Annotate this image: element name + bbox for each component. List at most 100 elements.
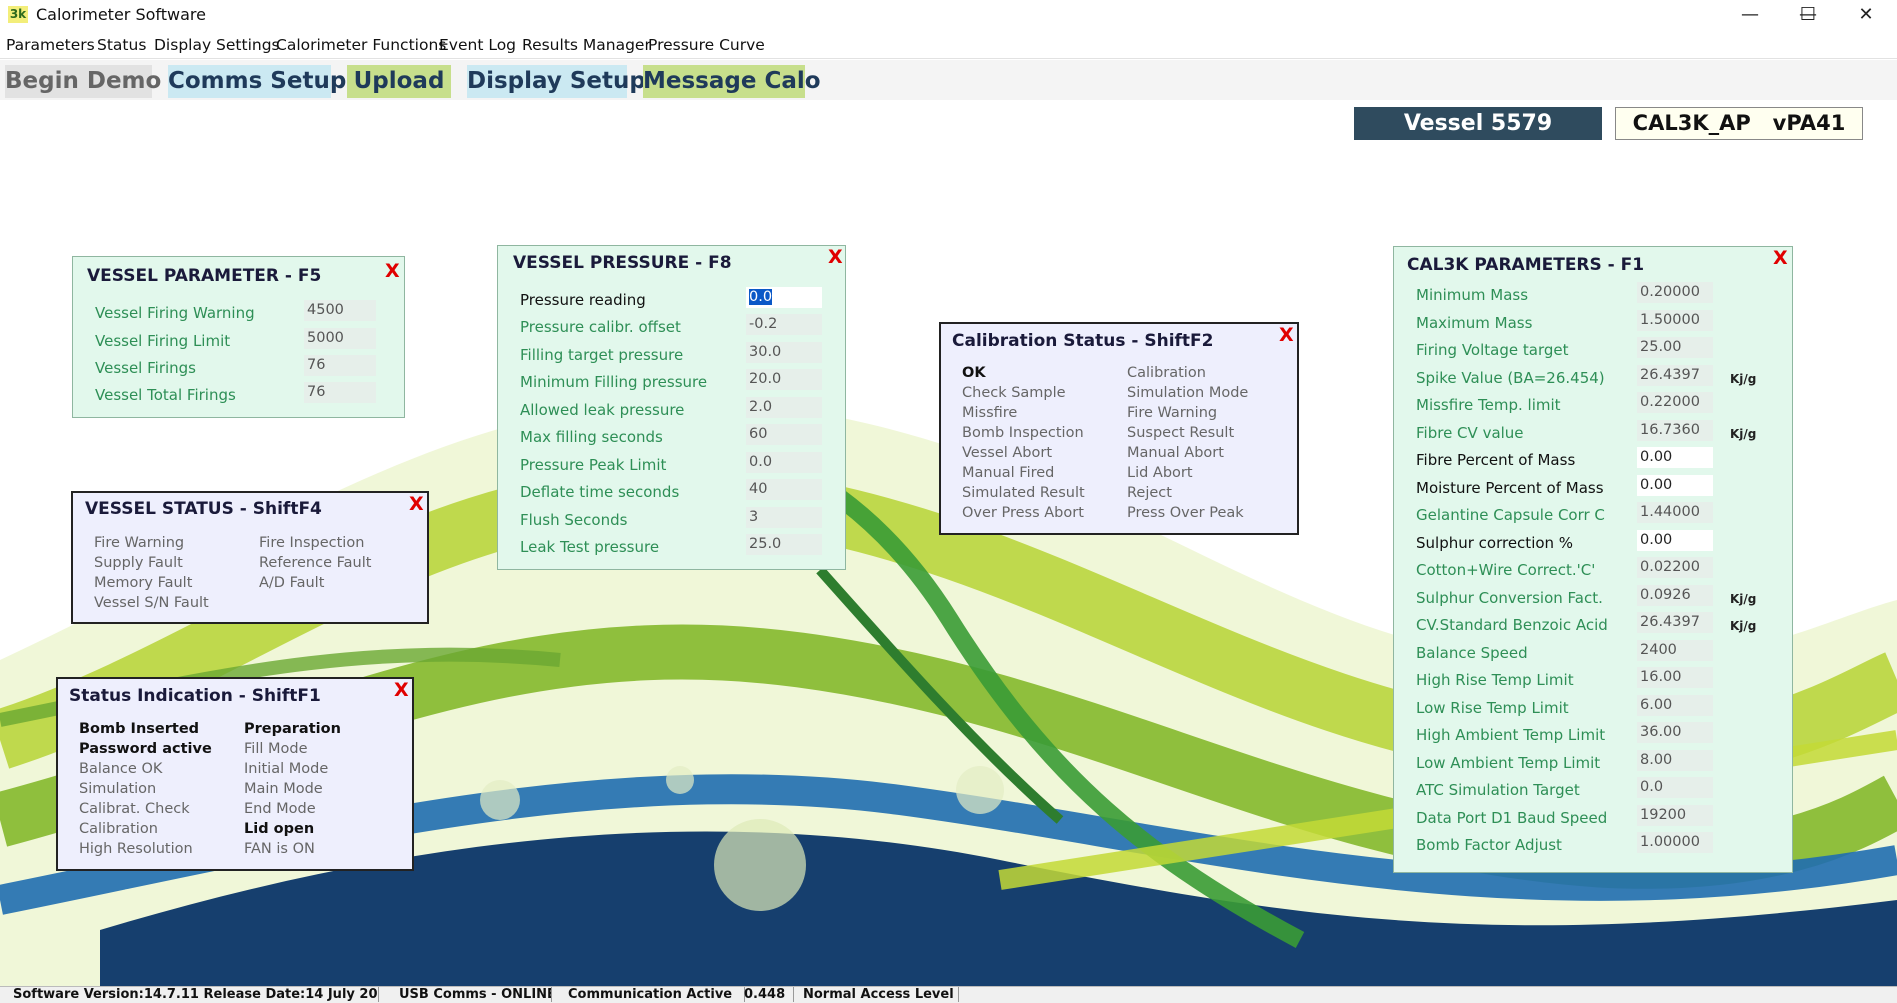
cal3k-parameter-value[interactable]: 0.00	[1637, 447, 1713, 468]
param-value[interactable]: 4500	[304, 300, 376, 321]
param-value[interactable]: 76	[304, 382, 376, 403]
cal3k-parameter-value[interactable]: 1.50000	[1637, 309, 1713, 331]
window-title: Calorimeter Software	[36, 5, 206, 24]
menu-pressure-curve[interactable]: Pressure Curve	[648, 36, 765, 54]
calibration-id-badge: CAL3K_AP vPA41	[1615, 107, 1863, 140]
communication-status: Communication Active	[565, 987, 745, 1002]
status-item: Press Over Peak	[1127, 505, 1244, 521]
menu-calorimeter-functions[interactable]: Calorimeter Functions	[276, 36, 446, 54]
cal3k-parameter-value[interactable]: 0.0	[1637, 777, 1713, 798]
status-indication-panel: Status Indication - ShiftF1 X Bomb Inser…	[56, 677, 414, 871]
cal3k-parameter-value[interactable]: 0.00	[1637, 529, 1713, 551]
close-icon[interactable]: X	[394, 679, 409, 701]
pressure-label: Minimum Filling pressure	[520, 373, 708, 391]
cal3k-parameter-unit: Kj/g	[1730, 426, 1757, 441]
status-item: Fire Warning	[1127, 405, 1218, 421]
cal3k-parameter-value[interactable]: 36.00	[1637, 722, 1713, 743]
close-icon[interactable]: X	[385, 260, 400, 282]
pressure-value[interactable]: 2.0	[746, 397, 822, 418]
cal3k-parameter-value[interactable]: 25.00	[1637, 337, 1713, 358]
pressure-label: Allowed leak pressure	[520, 401, 685, 419]
software-version-text: Software Version:14.7.11 Release Date:14…	[10, 987, 379, 1002]
menu-display-settings[interactable]: Display Settings	[154, 36, 280, 54]
cal3k-parameter-value[interactable]: 0.00	[1637, 474, 1713, 496]
panel-title: Calibration Status - ShiftF2	[952, 331, 1214, 351]
cal3k-parameter-value[interactable]: 26.4397	[1637, 612, 1713, 633]
cal3k-parameter-value[interactable]: 0.0926	[1637, 584, 1713, 606]
pressure-value[interactable]: 25.0	[746, 534, 822, 555]
usb-comms-status: USB Comms - ONLINE	[396, 987, 552, 1002]
param-label: Vessel Firings	[95, 359, 197, 377]
cal3k-parameter-value[interactable]: 0.22000	[1637, 392, 1713, 413]
status-item: OK	[962, 365, 986, 381]
menu-event-log[interactable]: Event Log	[439, 36, 516, 54]
param-value[interactable]: 5000	[304, 328, 376, 349]
cal3k-parameter-label: Data Port D1 Baud Speed	[1416, 808, 1608, 827]
cal3k-parameter-label: Missfire Temp. limit	[1416, 396, 1561, 414]
status-item: Simulated Result	[962, 485, 1085, 501]
menu-parameters[interactable]: Parameters	[6, 36, 95, 54]
cal3k-parameter-label: CV.Standard Benzoic Acid	[1416, 616, 1608, 634]
cal3k-parameter-label: Cotton+Wire Correct.'C'	[1416, 561, 1596, 579]
pressure-value[interactable]: 30.0	[746, 342, 822, 363]
pressure-value[interactable]: 60	[746, 424, 822, 445]
message-calo-button[interactable]: Message Calo	[643, 65, 821, 98]
comms-setup-button[interactable]: Comms Setup	[168, 65, 346, 98]
pressure-value[interactable]: 0.0	[746, 452, 822, 473]
pressure-value[interactable]: 3	[746, 507, 822, 528]
status-item: Vessel S/N Fault	[94, 595, 209, 611]
cal3k-parameter-label: Moisture Percent of Mass	[1416, 478, 1604, 497]
param-value[interactable]: 76	[304, 355, 376, 376]
upload-button[interactable]: Upload	[347, 65, 451, 98]
menu-status[interactable]: Status	[97, 36, 146, 54]
param-label: Vessel Firing Warning	[95, 304, 255, 322]
vessel-parameter-panel: VESSEL PARAMETER - F5 X Vessel Firing Wa…	[72, 256, 405, 418]
pressure-label: Max filling seconds	[520, 428, 663, 446]
status-item: Memory Fault	[94, 575, 193, 591]
status-item: Vessel Abort	[962, 445, 1053, 461]
display-setup-button[interactable]: Display Setup	[467, 65, 646, 98]
cal3k-parameter-value[interactable]: 0.20000	[1637, 282, 1713, 303]
status-item: Reject	[1127, 485, 1172, 501]
menu-bar: Parameters Status Display Settings Calor…	[0, 32, 1897, 59]
close-window-button[interactable]: ✕	[1838, 0, 1894, 30]
maximize-button[interactable]: ☐	[1780, 0, 1836, 30]
close-icon[interactable]: X	[409, 493, 424, 515]
cal3k-parameter-label: Low Rise Temp Limit	[1416, 698, 1569, 717]
vessel-pressure-panel: VESSEL PRESSURE - F8 X Pressure reading …	[497, 245, 846, 570]
pressure-reading-input[interactable]: 0.0	[746, 287, 822, 308]
begin-demo-button[interactable]: Begin Demo	[5, 65, 161, 98]
cal3k-parameter-value[interactable]: 6.00	[1637, 694, 1713, 716]
status-item: Password active	[79, 741, 212, 757]
status-item: Check Sample	[962, 385, 1066, 401]
pressure-value[interactable]: 20.0	[746, 369, 822, 390]
status-item: Manual Fired	[962, 465, 1055, 481]
cal3k-parameter-value[interactable]: 0.02200	[1637, 557, 1713, 578]
cal3k-parameter-value[interactable]: 1.00000	[1637, 832, 1713, 853]
reading-value: 0.448	[741, 987, 794, 1002]
status-item: End Mode	[244, 801, 316, 817]
cal3k-parameter-value[interactable]: 26.4397	[1637, 364, 1713, 386]
pressure-value[interactable]: 40	[746, 479, 822, 500]
param-label: Vessel Firing Limit	[95, 332, 231, 350]
status-item: Missfire	[962, 405, 1018, 421]
close-icon[interactable]: X	[1773, 247, 1788, 269]
status-item: Calibrat. Check	[79, 801, 190, 817]
panel-title: VESSEL PRESSURE - F8	[513, 253, 732, 273]
cal3k-parameter-value[interactable]: 2400	[1637, 639, 1713, 661]
pressure-value[interactable]: -0.2	[746, 314, 822, 335]
status-item: Balance OK	[79, 761, 163, 777]
status-item: Simulation Mode	[1127, 385, 1249, 401]
menu-results-manager[interactable]: Results Manager	[522, 36, 651, 54]
close-icon[interactable]: X	[1279, 324, 1294, 346]
panel-title: CAL3K PARAMETERS - F1	[1407, 255, 1645, 275]
cal3k-parameter-value[interactable]: 19200	[1637, 804, 1713, 826]
cal3k-parameter-label: Bomb Factor Adjust	[1416, 836, 1562, 854]
minimize-button[interactable]: —	[1722, 0, 1778, 30]
cal3k-parameter-value[interactable]: 1.44000	[1637, 502, 1713, 523]
cal3k-parameter-value[interactable]: 8.00	[1637, 749, 1713, 771]
cal3k-parameter-value[interactable]: 16.7360	[1637, 419, 1713, 441]
cal3k-parameter-label: Minimum Mass	[1416, 286, 1529, 304]
cal3k-parameter-value[interactable]: 16.00	[1637, 667, 1713, 688]
close-icon[interactable]: X	[828, 246, 843, 268]
